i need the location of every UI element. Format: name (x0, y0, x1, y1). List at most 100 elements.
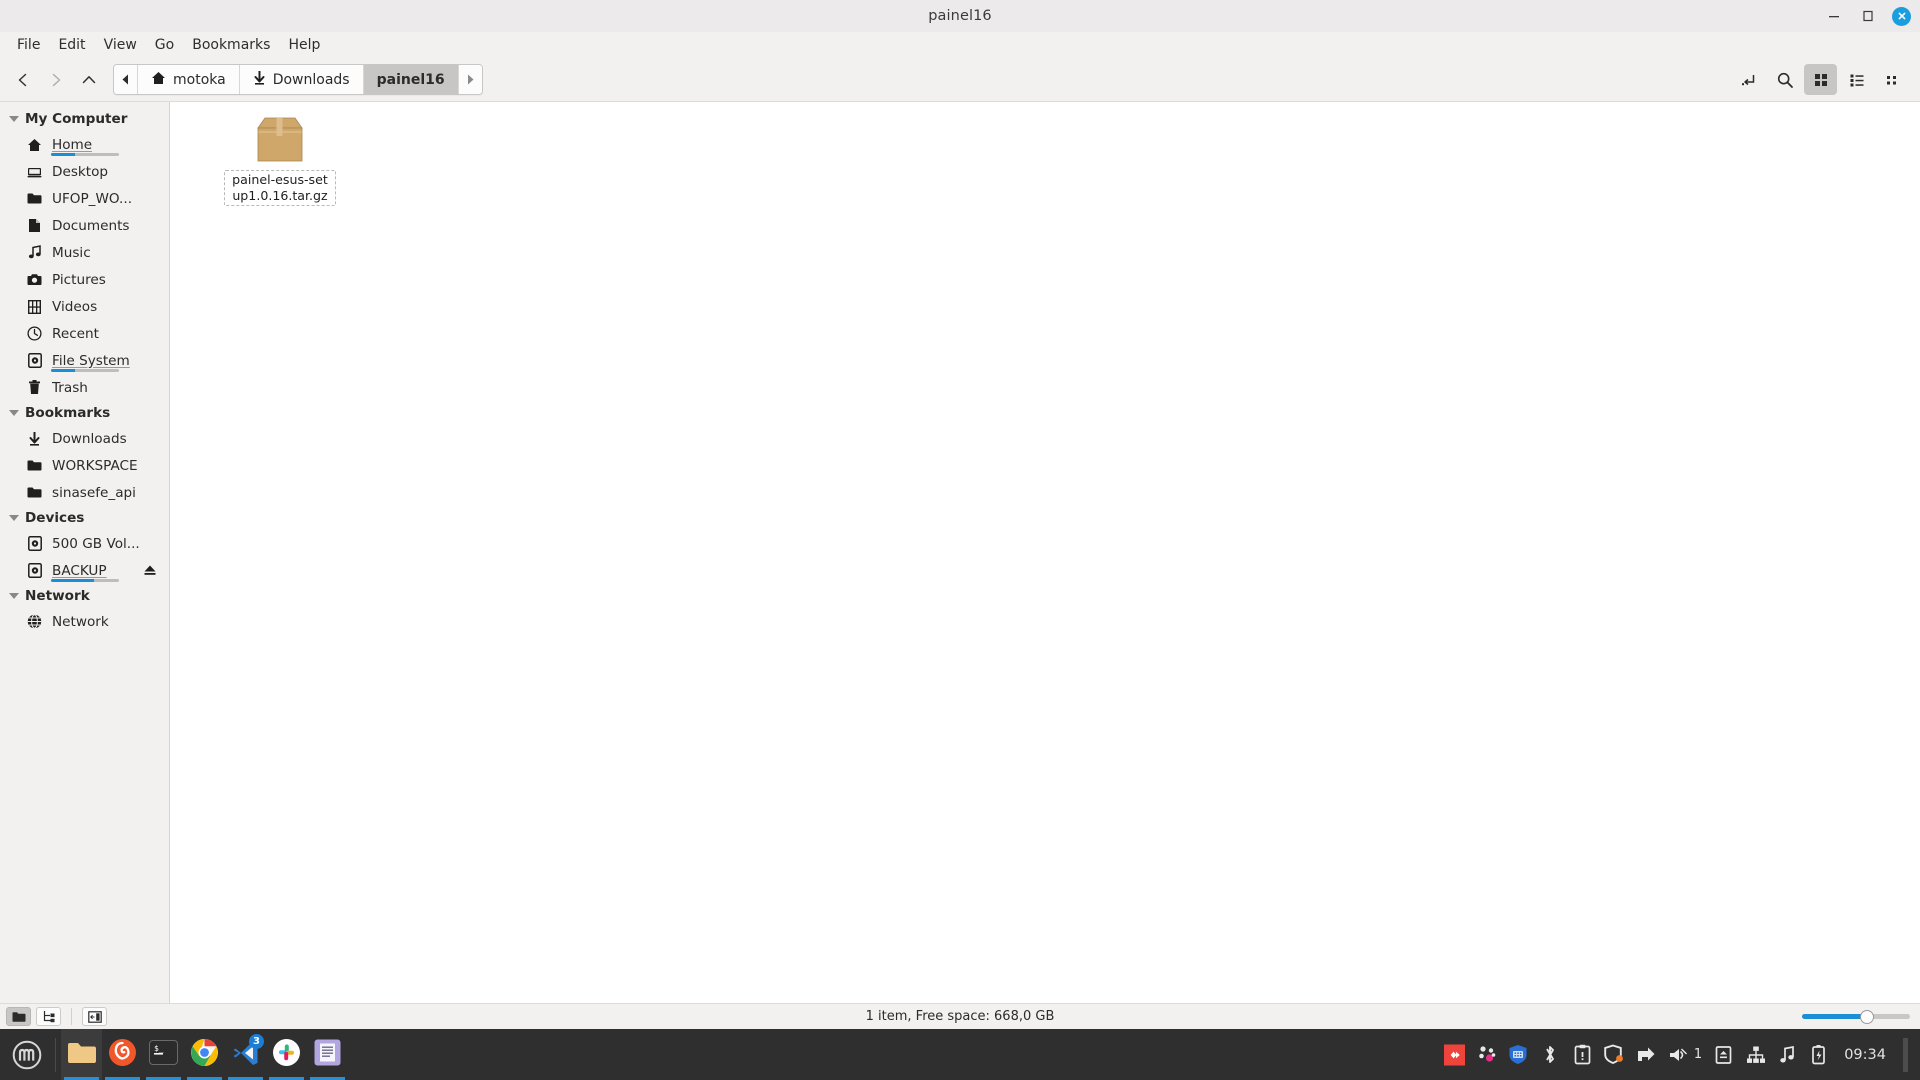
clock-icon (26, 325, 43, 342)
taskbar-app-terminal[interactable]: $_ (143, 1029, 184, 1080)
taskbar-app-chrome[interactable] (184, 1029, 225, 1080)
icon-view-toggle[interactable] (6, 1007, 31, 1026)
breadcrumb-crumb-downloads[interactable]: Downloads (239, 65, 364, 94)
forward-button[interactable] (39, 65, 72, 95)
maximize-button[interactable] (1858, 6, 1878, 26)
taskbar-app-firefox[interactable] (102, 1029, 143, 1080)
sidebar-group-title: Devices (25, 510, 85, 526)
file-item[interactable]: painel-esus-setup1.0.16.tar.gz (224, 114, 336, 206)
sidebar-item-desktop[interactable]: Desktop (0, 158, 169, 185)
sidebar-item-label: Music (52, 244, 91, 261)
music-tray-icon[interactable] (1777, 1044, 1798, 1065)
chevron-down-icon (9, 515, 19, 521)
zoom-slider-fill (1802, 1014, 1867, 1019)
sidebar-item-sinasefe-api[interactable]: sinasefe_api (0, 479, 169, 506)
clipboard-tray-icon[interactable] (1572, 1044, 1593, 1065)
taskbar-app-vscode[interactable]: 3 (225, 1029, 266, 1080)
sidebar-item-ufop-wo[interactable]: UFOP_WO... (0, 185, 169, 212)
taskbar-apps: $_ 3 (61, 1029, 348, 1080)
sidebar-item-music[interactable]: Music (0, 239, 169, 266)
compact-view-button[interactable] (1876, 64, 1909, 95)
file-view[interactable]: painel-esus-setup1.0.16.tar.gz (170, 102, 1920, 1003)
sidebar-item-home[interactable]: Home (0, 131, 169, 158)
text-editor-icon (314, 1039, 341, 1070)
linux-mint-menu-icon[interactable] (4, 1029, 50, 1080)
sidebar-item-label: BACKUP (52, 562, 107, 579)
minimize-button[interactable] (1824, 6, 1844, 26)
sidebar-item-500gb-volume[interactable]: 500 GB Vol... (0, 530, 169, 557)
folder-icon (26, 457, 43, 474)
taskbar: $_ 3 1 09:34 (0, 1029, 1920, 1080)
security-shield-tray-icon[interactable] (1604, 1044, 1625, 1065)
download-arrow-icon (253, 70, 266, 89)
sidebar-item-label: sinasefe_api (52, 484, 136, 501)
sidebar-item-trash[interactable]: Trash (0, 374, 169, 401)
shield-blue-tray-icon[interactable] (1508, 1044, 1529, 1065)
document-icon (26, 217, 43, 234)
sidebar-item-backup[interactable]: BACKUP (0, 557, 169, 584)
eject-icon[interactable] (143, 563, 157, 577)
close-button[interactable] (1892, 6, 1911, 26)
update-manager-tray-icon[interactable] (1636, 1044, 1657, 1065)
menubar: File Edit View Go Bookmarks Help (0, 32, 1920, 58)
back-button[interactable] (6, 65, 39, 95)
sidebar-group-devices-header[interactable]: Devices (0, 506, 169, 530)
clock[interactable]: 09:34 (1844, 1047, 1886, 1063)
list-view-button[interactable] (1840, 64, 1873, 95)
menu-file[interactable]: File (8, 35, 49, 55)
drive-icon (26, 352, 43, 369)
sidebar-item-label: Videos (52, 298, 98, 315)
icon-view-button[interactable] (1804, 64, 1837, 95)
panel-grip[interactable] (1903, 1037, 1908, 1072)
sidebar-group-bookmarks-header[interactable]: Bookmarks (0, 401, 169, 425)
breadcrumb-scroll-right[interactable] (458, 65, 482, 94)
sidebar-item-network[interactable]: Network (0, 608, 169, 635)
tree-view-toggle[interactable] (36, 1007, 61, 1026)
zoom-slider-track[interactable] (1802, 1009, 1910, 1024)
volume-level-label: 1 (1693, 1047, 1703, 1062)
zoom-slider[interactable] (1802, 1009, 1910, 1025)
taskbar-app-text-editor[interactable] (307, 1029, 348, 1080)
dots-tray-icon[interactable] (1476, 1044, 1497, 1065)
breadcrumb-crumb-painel16[interactable]: painel16 (363, 65, 459, 94)
archive-box-icon (252, 114, 308, 168)
storage-usage-bar (51, 579, 119, 582)
sidebar-toggle[interactable] (82, 1007, 107, 1026)
chevron-down-icon (9, 410, 19, 416)
up-button[interactable] (72, 65, 105, 95)
sidebar-group-title: My Computer (25, 111, 128, 127)
toggle-path-entry-button[interactable] (1732, 64, 1765, 95)
menu-view[interactable]: View (95, 35, 146, 55)
taskbar-app-file-manager[interactable] (61, 1029, 102, 1080)
sidebar-item-downloads[interactable]: Downloads (0, 425, 169, 452)
sidebar-group-network-header[interactable]: Network (0, 584, 169, 608)
search-button[interactable] (1768, 64, 1801, 95)
menu-go[interactable]: Go (146, 35, 183, 55)
toolbar-right-buttons (1732, 64, 1912, 95)
sidebar-group-my-computer-header[interactable]: My Computer (0, 107, 169, 131)
body-area: My Computer Home Desktop UFOP_WO... Docu… (0, 101, 1920, 1003)
sidebar-item-videos[interactable]: Videos (0, 293, 169, 320)
menu-edit[interactable]: Edit (49, 35, 94, 55)
zoom-slider-knob[interactable] (1859, 1009, 1874, 1024)
network-tray-icon[interactable] (1745, 1044, 1766, 1065)
menu-help[interactable]: Help (279, 35, 329, 55)
volume-tray-icon[interactable] (1668, 1044, 1689, 1065)
sidebar-item-label: File System (52, 352, 130, 369)
sidebar-item-file-system[interactable]: File System (0, 347, 169, 374)
menu-bookmarks[interactable]: Bookmarks (183, 35, 279, 55)
folder-icon (67, 1040, 97, 1070)
sidebar-item-documents[interactable]: Documents (0, 212, 169, 239)
breadcrumb-scroll-left[interactable] (114, 65, 138, 94)
sidebar-item-workspace[interactable]: WORKSPACE (0, 452, 169, 479)
sidebar-item-label: Pictures (52, 271, 106, 288)
sidebar-item-recent[interactable]: Recent (0, 320, 169, 347)
taskbar-app-slack[interactable] (266, 1029, 307, 1080)
anydesk-tray-icon[interactable] (1443, 1044, 1465, 1065)
slack-icon (272, 1038, 301, 1071)
battery-tray-icon[interactable] (1809, 1044, 1830, 1065)
removable-media-tray-icon[interactable] (1713, 1044, 1734, 1065)
sidebar-item-pictures[interactable]: Pictures (0, 266, 169, 293)
breadcrumb-crumb-motoka[interactable]: motoka (138, 65, 240, 94)
bluetooth-tray-icon[interactable] (1540, 1044, 1561, 1065)
